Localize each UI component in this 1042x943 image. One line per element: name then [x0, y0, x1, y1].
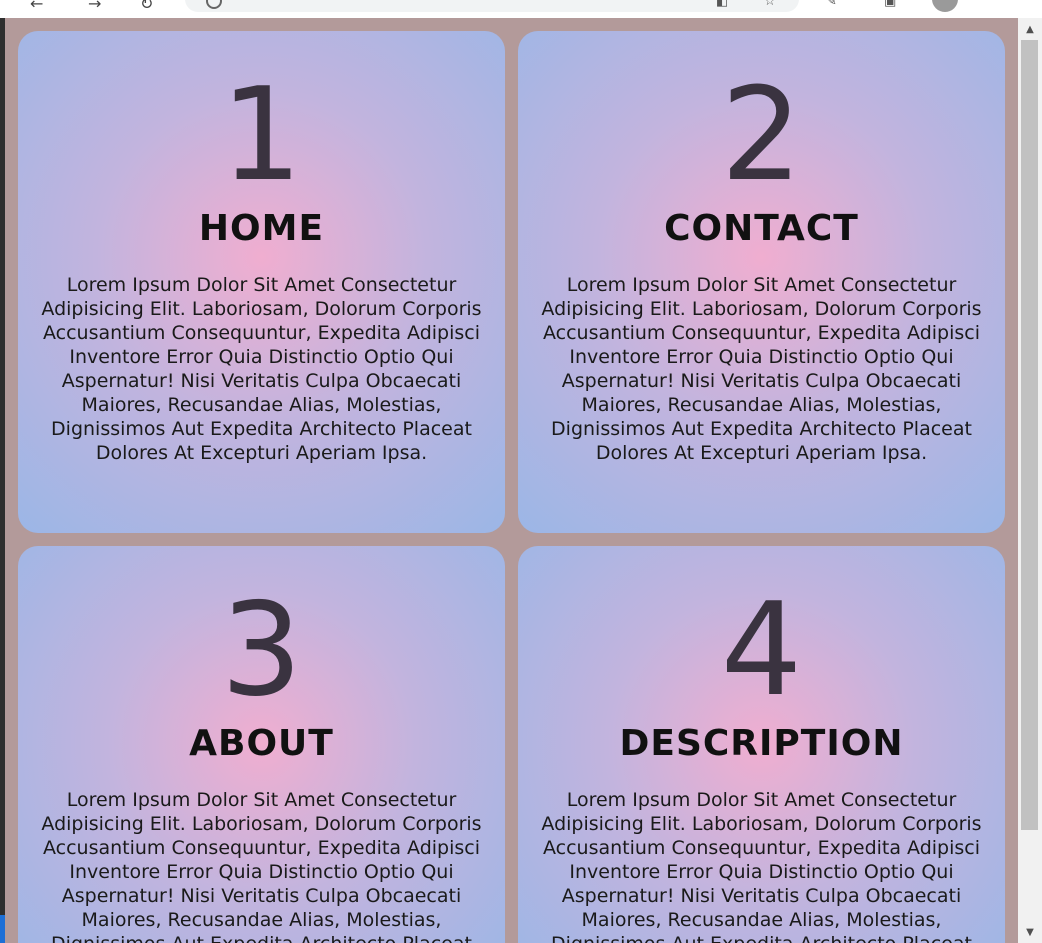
card-text: Lorem Ipsum Dolor Sit Amet Consectetur A…	[541, 789, 982, 943]
card-about: 3 ABOUT Lorem Ipsum Dolor Sit Amet Conse…	[18, 546, 505, 943]
page-viewport: 1 HOME Lorem Ipsum Dolor Sit Amet Consec…	[5, 18, 1018, 943]
card-text: Lorem Ipsum Dolor Sit Amet Consectetur A…	[541, 274, 982, 464]
card-title: CONTACT	[664, 208, 859, 249]
vertical-scrollbar[interactable]: ▲ ▼	[1018, 18, 1042, 943]
address-bar[interactable]	[185, 0, 799, 12]
puzzle-icon[interactable]: ▣	[884, 0, 896, 9]
scroll-down-arrow-icon[interactable]: ▼	[1018, 923, 1042, 943]
extension-icon[interactable]: ◧	[716, 0, 728, 9]
forward-arrow-icon[interactable]: →	[88, 0, 101, 13]
scrollbar-thumb[interactable]	[1021, 40, 1038, 830]
bookmark-icon[interactable]: ☆	[764, 0, 776, 9]
scroll-up-arrow-icon[interactable]: ▲	[1018, 20, 1042, 40]
card-number: 4	[720, 576, 803, 725]
card-description: 4 DESCRIPTION Lorem Ipsum Dolor Sit Amet…	[518, 546, 1005, 943]
card-text: Lorem Ipsum Dolor Sit Amet Consectetur A…	[41, 274, 482, 464]
card-text: Lorem Ipsum Dolor Sit Amet Consectetur A…	[41, 789, 482, 943]
pencil-icon[interactable]: ✎	[826, 0, 837, 9]
card-number: 2	[720, 61, 803, 210]
card-title: DESCRIPTION	[619, 723, 904, 764]
card-home: 1 HOME Lorem Ipsum Dolor Sit Amet Consec…	[18, 31, 505, 533]
card-contact: 2 CONTACT Lorem Ipsum Dolor Sit Amet Con…	[518, 31, 1005, 533]
reload-icon[interactable]: ↻	[140, 0, 153, 13]
card-title: HOME	[198, 208, 325, 249]
back-arrow-icon[interactable]: ←	[30, 0, 43, 13]
card-number: 1	[220, 61, 303, 210]
browser-toolbar: ← → ↻ ◧ ☆ ✎ ▣	[0, 0, 1042, 19]
card-number: 3	[220, 576, 303, 725]
profile-avatar[interactable]	[932, 0, 958, 12]
card-title: ABOUT	[189, 723, 334, 764]
